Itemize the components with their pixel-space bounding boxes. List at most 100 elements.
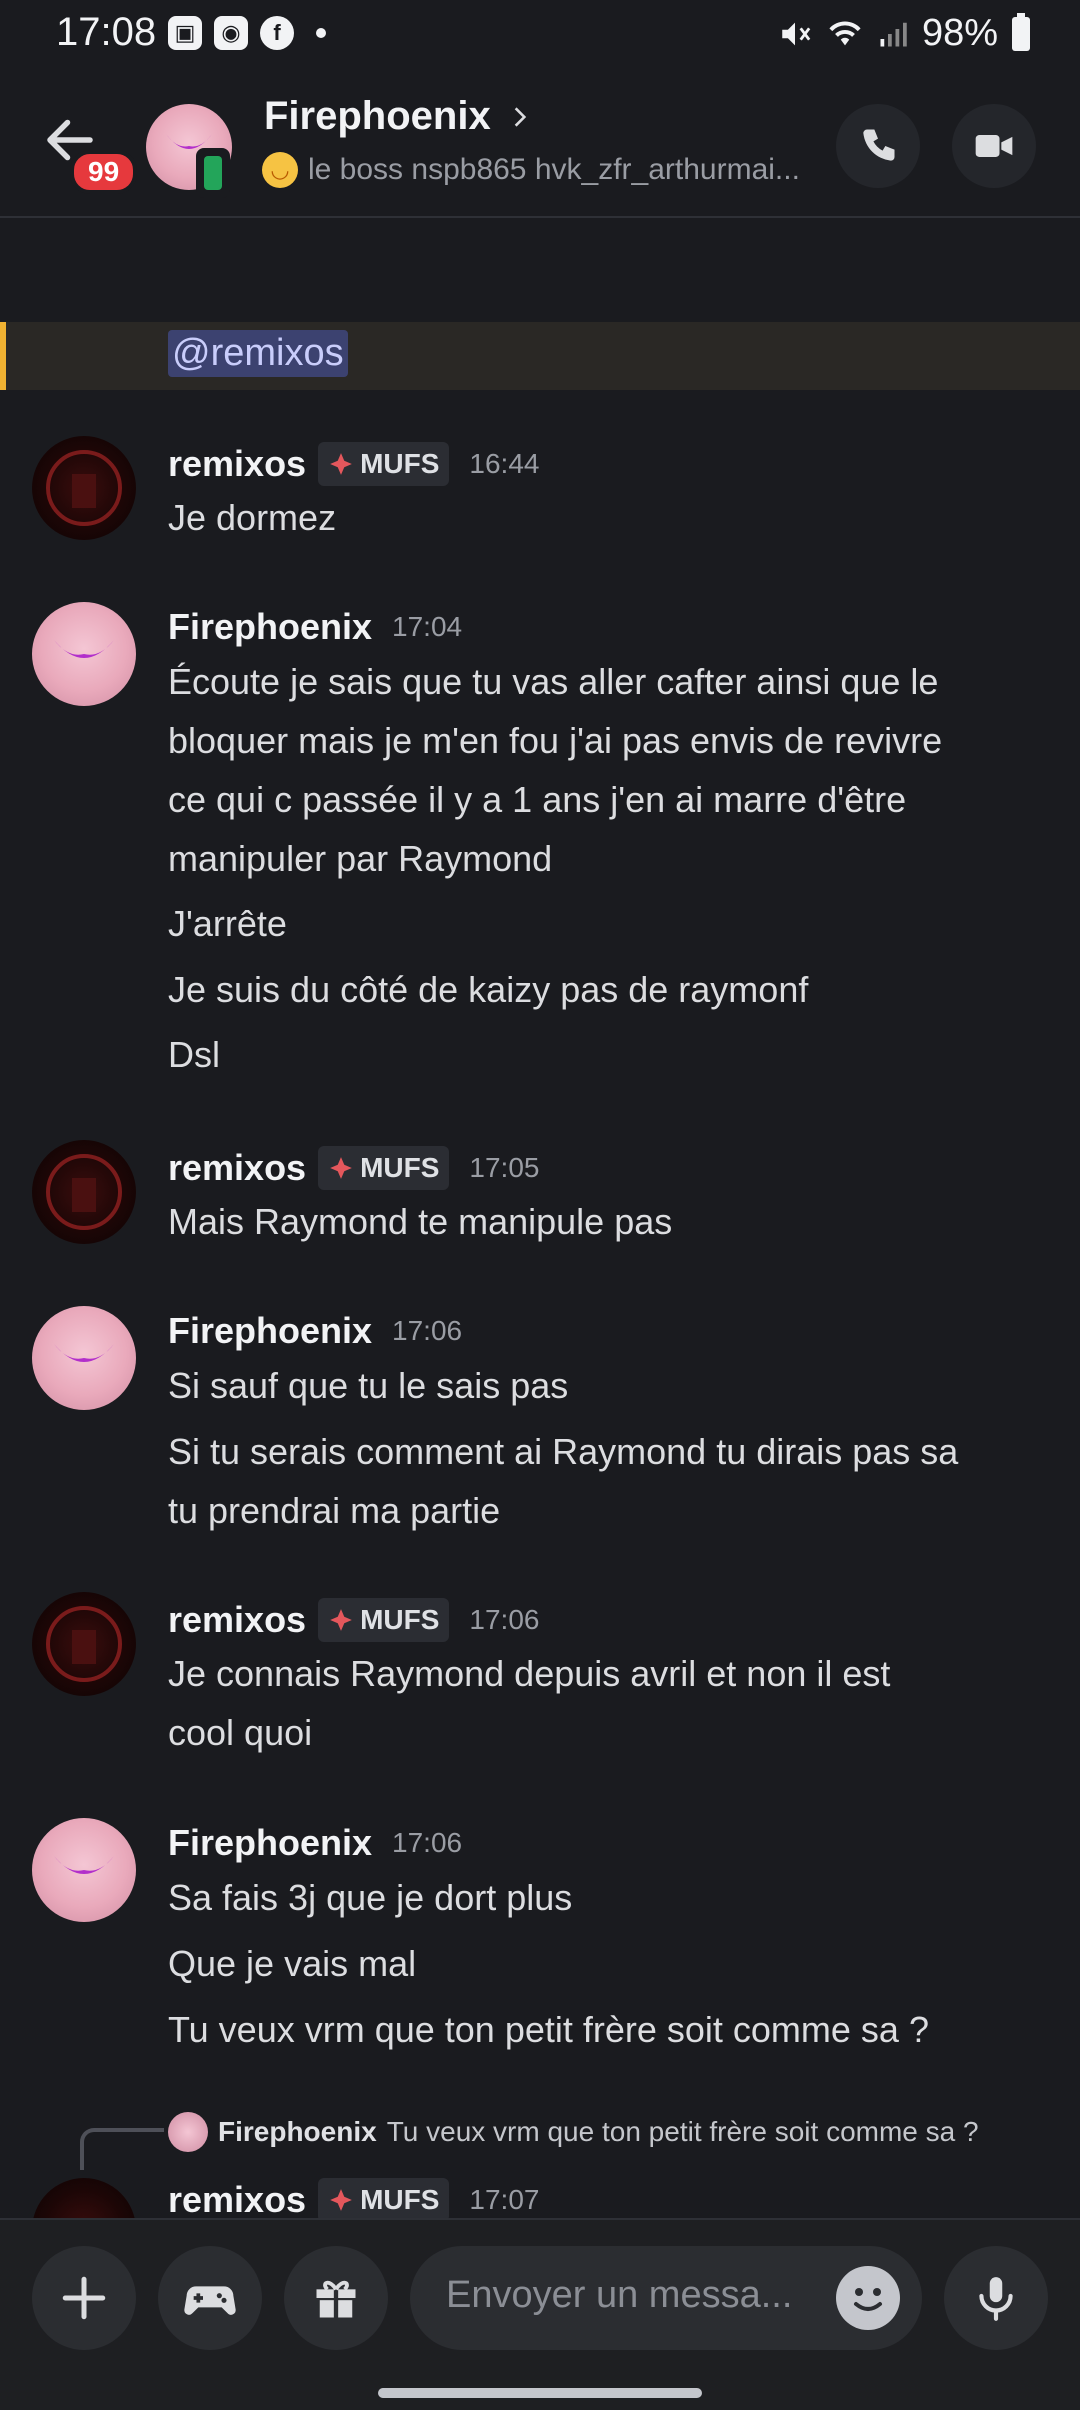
timestamp: 17:07 — [469, 2184, 540, 2215]
message-text: Mais Raymond te manipule pas — [168, 1201, 673, 1242]
message-composer-bar: Envoyer un messa... — [0, 2218, 1080, 2410]
author-name[interactable]: remixos — [168, 1599, 306, 1641]
timestamp: 17:06 — [392, 1315, 463, 1346]
tag-emblem-icon — [330, 1609, 352, 1631]
message-text: Je connais Raymond depuis avril et non i… — [168, 1653, 891, 1694]
message-header: remixos MUFS 17:06 — [168, 1598, 539, 1642]
smiley-face-icon — [854, 2288, 882, 2311]
tag-emblem-icon — [330, 2189, 352, 2211]
remixos-logo-icon — [46, 450, 122, 526]
timestamp: 16:44 — [469, 448, 540, 479]
message-text: Je dormez — [168, 497, 337, 538]
timestamp: 17:06 — [392, 1827, 463, 1858]
avatar[interactable] — [32, 1306, 136, 1410]
role-tag[interactable]: MUFS — [318, 1146, 450, 1190]
twitch-icon: ▣ — [168, 16, 202, 50]
status-bar: 17:08 ▣ ◉ f 98% — [0, 0, 1080, 70]
video-camera-icon — [975, 135, 1013, 157]
message-text: Sa fais 3j que je dort plus — [168, 1877, 573, 1918]
gift-icon — [316, 2280, 356, 2318]
message-text: Que je vais mal — [168, 1943, 417, 1984]
avatar[interactable] — [32, 602, 136, 706]
reply-preview[interactable]: Firephoenix Tu veux vrm que ton petit fr… — [168, 2112, 979, 2152]
dm-name: Firephoenix — [264, 94, 491, 138]
message-text: manipuler par Raymond — [168, 838, 553, 879]
chevron-right-icon — [514, 106, 526, 127]
microphone-icon — [979, 2277, 1013, 2321]
role-tag-label: MUFS — [360, 1604, 440, 1635]
custom-status: ◡ le boss nspb865 hvk_zfr_arthurmai... — [262, 152, 822, 188]
mention-highlight: @remixos — [0, 322, 1080, 390]
reply-connector — [80, 2128, 164, 2170]
role-tag-label: MUFS — [360, 448, 440, 479]
dm-title[interactable]: Firephoenix — [264, 94, 533, 139]
author-name[interactable]: remixos — [168, 1147, 306, 1189]
message-header: Firephoenix 17:04 — [168, 606, 462, 648]
unread-badge: 99 — [70, 150, 138, 194]
voice-message-button[interactable] — [944, 2246, 1048, 2350]
message-text: cool quoi — [168, 1712, 313, 1753]
avatar[interactable] — [32, 436, 136, 540]
discord-icon: ◉ — [214, 16, 248, 50]
avatar[interactable] — [32, 1818, 136, 1922]
message-header: remixos MUFS 16:44 — [168, 442, 539, 486]
role-tag[interactable]: MUFS — [318, 1598, 450, 1642]
message-text: ce qui c passée il y a 1 ans j'en ai mar… — [168, 779, 907, 820]
voice-call-button[interactable] — [836, 104, 920, 188]
role-tag[interactable]: MUFS — [318, 442, 450, 486]
timestamp: 17:06 — [469, 1604, 540, 1635]
avatar[interactable] — [32, 1592, 136, 1696]
tag-emblem-icon — [330, 453, 352, 475]
author-name[interactable]: Firephoenix — [168, 1822, 372, 1864]
remixos-logo-icon — [46, 1154, 122, 1230]
author-name[interactable]: remixos — [168, 443, 306, 485]
phoenix-logo-icon — [54, 1856, 114, 1874]
author-name[interactable]: remixos — [168, 2179, 306, 2218]
plus-icon — [62, 2276, 106, 2320]
message-header: Firephoenix 17:06 — [168, 1310, 462, 1352]
gamepad-icon — [184, 2286, 236, 2315]
status-time: 17:08 — [56, 10, 157, 54]
emoji-button[interactable] — [836, 2266, 900, 2330]
user-mention[interactable]: @remixos — [168, 330, 348, 377]
message-text: bloquer mais je m'en fou j'ai pas envis … — [168, 720, 943, 761]
message-header: remixos MUFS 17:05 — [168, 1146, 539, 1190]
message-input-placeholder: Envoyer un messa... — [446, 2274, 793, 2316]
smiling-face-hearts-icon: ◡ — [262, 152, 298, 188]
message-text: Dsl — [168, 1034, 220, 1075]
video-call-button[interactable] — [952, 104, 1036, 188]
message-group: remixos MUFS 17:07 — [0, 2178, 1080, 2218]
wifi-icon — [829, 21, 861, 45]
home-indicator[interactable] — [378, 2388, 702, 2398]
battery-percent: 98% — [921, 12, 998, 54]
message-text: Tu veux vrm que ton petit frère soit com… — [168, 2009, 929, 2050]
gift-button[interactable] — [284, 2246, 388, 2350]
role-tag-label: MUFS — [360, 1152, 440, 1183]
add-attachment-button[interactable] — [32, 2246, 136, 2350]
activities-button[interactable] — [158, 2246, 262, 2350]
avatar — [168, 2112, 208, 2152]
avatar[interactable] — [32, 1140, 136, 1244]
role-tag[interactable]: MUFS — [318, 2178, 450, 2218]
custom-status-text: le boss nspb865 hvk_zfr_arthurmai... — [308, 153, 800, 186]
mobile-status-icon — [196, 148, 230, 198]
role-tag-label: MUFS — [360, 2184, 440, 2215]
message-text: tu prendrai ma partie — [168, 1490, 501, 1531]
reply-text: Tu veux vrm que ton petit frère soit com… — [386, 2116, 979, 2147]
message-input[interactable]: Envoyer un messa... — [410, 2246, 922, 2350]
battery-icon — [1012, 12, 1030, 51]
mute-icon — [782, 22, 811, 45]
message-header: Firephoenix 17:06 — [168, 1822, 462, 1864]
notification-icons: ▣ ◉ f — [168, 16, 326, 50]
signal-icon — [880, 22, 907, 46]
phoenix-logo-icon — [54, 1344, 114, 1362]
author-name[interactable]: Firephoenix — [168, 1310, 372, 1352]
more-notifications-icon — [316, 28, 326, 38]
facebook-icon: f — [260, 16, 294, 50]
message-header: remixos MUFS 17:07 — [168, 2178, 539, 2218]
message-text: Écoute je sais que tu vas aller cafter a… — [168, 661, 939, 702]
avatar[interactable] — [32, 2178, 136, 2218]
author-name[interactable]: Firephoenix — [168, 606, 372, 648]
reply-author: Firephoenix — [218, 2116, 377, 2147]
message-text: Si tu serais comment ai Raymond tu dirai… — [168, 1431, 959, 1472]
